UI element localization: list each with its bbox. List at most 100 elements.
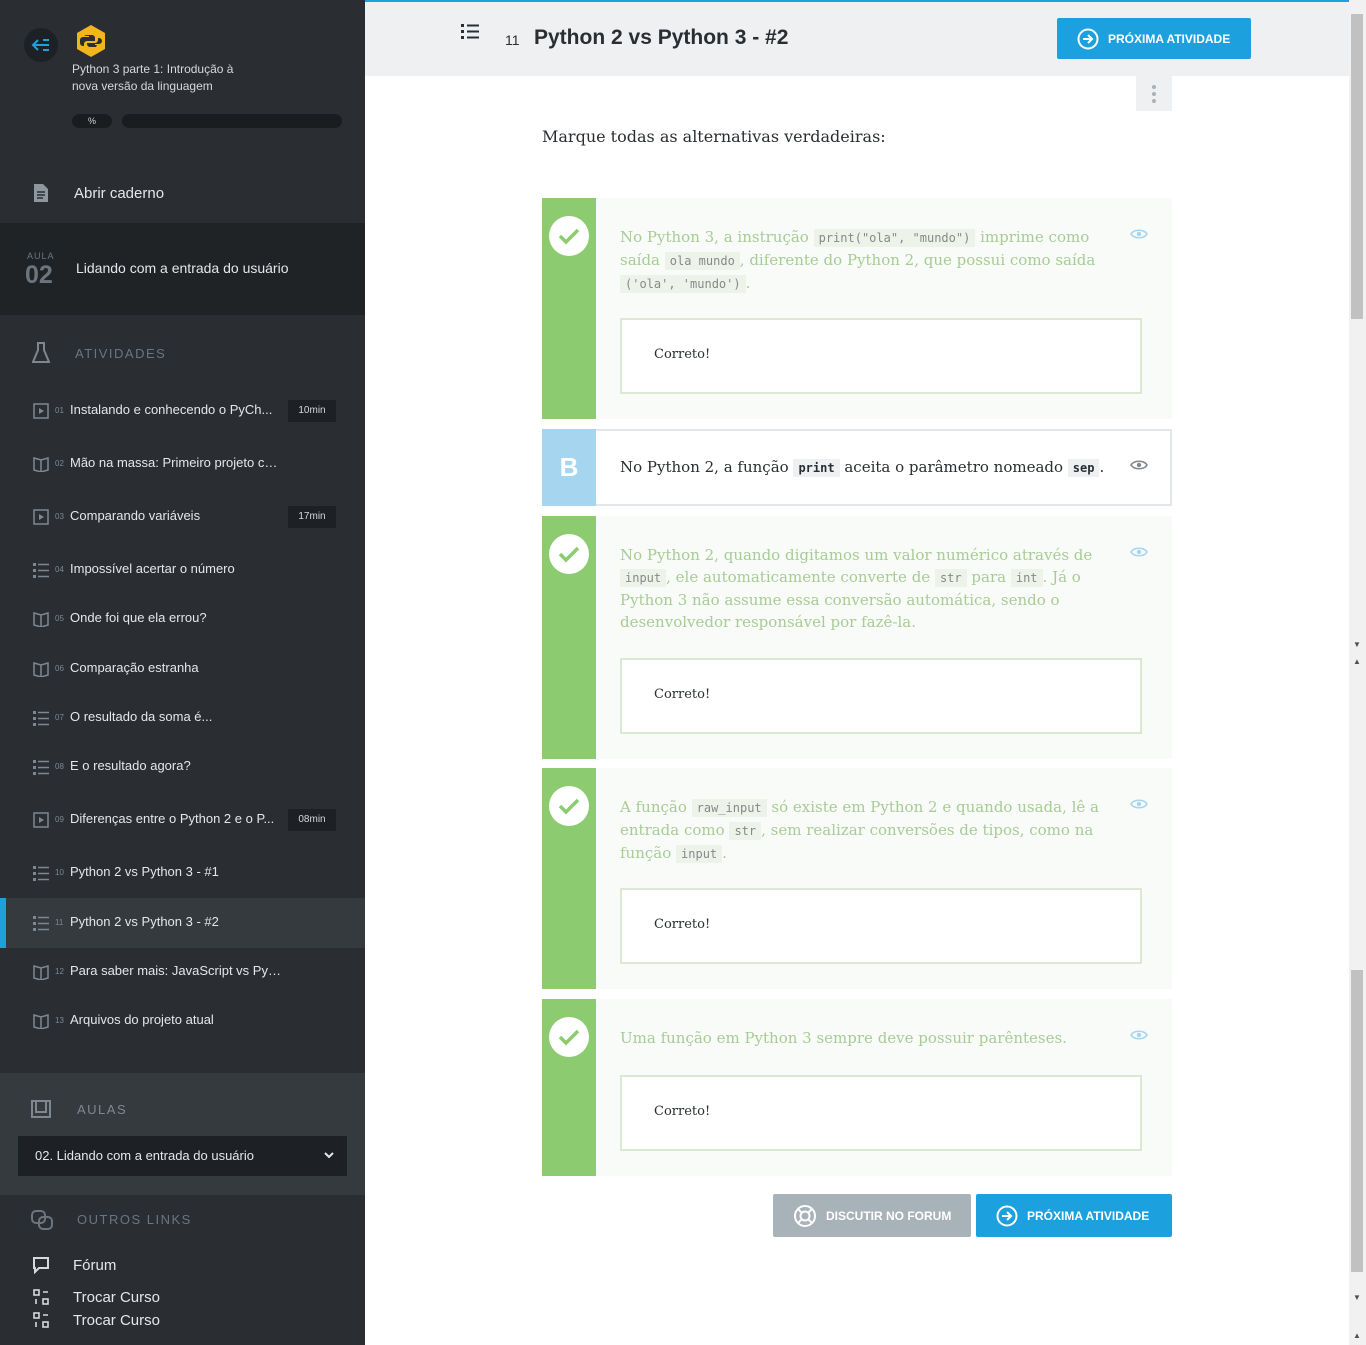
- activity-item-06[interactable]: 06 Comparação estranha: [0, 644, 365, 694]
- course-header: Python 3 parte 1: Introdução à nova vers…: [0, 0, 365, 165]
- duration-badge: 10min: [288, 400, 336, 422]
- activity-number: 06: [55, 664, 64, 673]
- switch-course-link-2[interactable]: Trocar Curso: [0, 1310, 365, 1332]
- alternative-text: A função raw_input só existe em Python 2…: [620, 798, 1099, 863]
- activity-title: Para saber mais: JavaScript vs Python: [70, 963, 282, 978]
- chevron-down-icon: [324, 1152, 334, 1159]
- list-icon: [33, 915, 49, 931]
- sidebar: Python 3 parte 1: Introdução à nova vers…: [0, 0, 365, 1345]
- forum-link[interactable]: Fórum: [0, 1255, 365, 1277]
- book-icon: [33, 964, 49, 981]
- activity-item-02[interactable]: 02 Mão na massa: Primeiro projeto com ...: [0, 439, 365, 489]
- activity-item-11[interactable]: 11 Python 2 vs Python 3 - #2: [0, 898, 365, 948]
- activity-item-01[interactable]: 01 Instalando e conhecendo o PyCh... 10min: [0, 386, 365, 436]
- activity-number: 04: [55, 565, 64, 574]
- activity-number: 10: [55, 868, 64, 877]
- alternative-c[interactable]: No Python 2, quando digitamos um valor n…: [542, 516, 1172, 759]
- activity-item-07[interactable]: 07 O resultado da soma é...: [0, 693, 365, 743]
- scrollbar[interactable]: ▼ ▲ ▼ ▲: [1349, 0, 1366, 1345]
- back-button[interactable]: [24, 28, 58, 62]
- more-vertical-icon: [1152, 84, 1156, 103]
- activity-title: Comparação estranha: [70, 660, 199, 675]
- eye-icon[interactable]: [1130, 228, 1148, 240]
- lesson-title: Lidando com a entrada do usuário: [76, 260, 289, 276]
- arrow-right-circle-icon: [996, 1205, 1018, 1226]
- alternative-b[interactable]: B No Python 2, a função print aceita o p…: [542, 429, 1172, 506]
- duration-badge: 08min: [288, 809, 336, 831]
- feedback-box: Correto!: [620, 658, 1142, 734]
- scrollbar-thumb-2[interactable]: [1351, 970, 1363, 1272]
- scrollbar-thumb[interactable]: [1351, 14, 1363, 319]
- lesson-label: AULA: [27, 251, 55, 261]
- activity-number: 02: [55, 459, 64, 468]
- list-icon: [33, 865, 49, 881]
- book-icon: [33, 611, 49, 628]
- check-icon: [549, 1017, 589, 1057]
- document-icon: [34, 184, 48, 202]
- activity-number: 05: [55, 614, 64, 623]
- course-title: Python 3 parte 1: Introdução à nova vers…: [72, 62, 234, 93]
- open-notebook-label: Abrir caderno: [74, 185, 165, 202]
- feedback-box: Correto!: [620, 318, 1142, 394]
- lifebuoy-icon: [794, 1204, 816, 1227]
- alternative-text: No Python 2, quando digitamos um valor n…: [620, 546, 1093, 631]
- activity-item-05[interactable]: 05 Onde foi que ela errou?: [0, 594, 365, 644]
- alternative-d[interactable]: A função raw_input só existe em Python 2…: [542, 768, 1172, 989]
- scroll-down-arrow[interactable]: ▼: [1353, 640, 1361, 649]
- scroll-up-arrow[interactable]: ▲: [1353, 657, 1361, 666]
- lesson-number: 02: [25, 261, 53, 289]
- open-notebook-link[interactable]: Abrir caderno: [0, 165, 365, 223]
- next-activity-button[interactable]: PRÓXIMA ATIVIDADE: [976, 1194, 1172, 1237]
- scroll-up-arrow-2[interactable]: ▲: [1353, 1331, 1361, 1340]
- activity-item-12[interactable]: 12 Para saber mais: JavaScript vs Python: [0, 947, 365, 997]
- next-activity-button-top[interactable]: PRÓXIMA ATIVIDADE: [1057, 18, 1251, 59]
- activities-heading: ATIVIDADES: [0, 315, 365, 385]
- eye-icon[interactable]: [1130, 798, 1148, 810]
- alternative-a[interactable]: No Python 3, a instrução print("ola", "m…: [542, 198, 1172, 419]
- progress-bar: [122, 114, 342, 128]
- eye-icon[interactable]: [1130, 459, 1148, 471]
- other-links-heading: OUTROS LINKS: [0, 1195, 365, 1245]
- discuss-forum-button[interactable]: DISCUTIR NO FORUM: [773, 1194, 971, 1237]
- eye-icon[interactable]: [1130, 1029, 1148, 1041]
- eye-icon[interactable]: [1130, 546, 1148, 558]
- alternative-letter: B: [542, 429, 596, 506]
- activity-number: 11: [55, 918, 64, 927]
- activity-item-08[interactable]: 08 E o resultado agora?: [0, 742, 365, 792]
- activity-title: Mão na massa: Primeiro projeto com ...: [70, 455, 282, 470]
- video-icon: [33, 403, 49, 419]
- list-icon: [33, 562, 49, 578]
- activity-list-icon[interactable]: [461, 23, 479, 41]
- list-icon: [33, 759, 49, 775]
- links-icon: [31, 1210, 53, 1230]
- lesson-select[interactable]: 02. Lidando com a entrada do usuário: [18, 1136, 347, 1176]
- switch-course-link[interactable]: Trocar Curso: [0, 1287, 365, 1309]
- check-icon: [549, 216, 589, 256]
- alternative-e[interactable]: Uma função em Python 3 sempre deve possu…: [542, 999, 1172, 1176]
- progress-percent: %: [72, 114, 112, 128]
- list-icon: [33, 710, 49, 726]
- more-options-button[interactable]: [1136, 76, 1172, 111]
- forum-icon: [33, 1257, 49, 1274]
- activity-title: Diferenças entre o Python 2 e o P...: [70, 811, 275, 826]
- activity-number: 01: [55, 406, 64, 415]
- check-icon: [549, 786, 589, 826]
- scroll-down-arrow-2[interactable]: ▼: [1353, 1293, 1361, 1302]
- python-logo-icon: [77, 25, 105, 57]
- video-icon: [33, 812, 49, 828]
- activity-number: 12: [55, 967, 64, 976]
- activity-number: 11: [505, 32, 520, 48]
- current-lesson[interactable]: AULA 02 Lidando com a entrada do usuário: [0, 223, 365, 315]
- activity-item-10[interactable]: 10 Python 2 vs Python 3 - #1: [0, 848, 365, 898]
- alternative-text: No Python 2, a função print aceita o par…: [620, 458, 1105, 477]
- activity-item-13[interactable]: 13 Arquivos do projeto atual: [0, 996, 365, 1046]
- activity-item-04[interactable]: 04 Impossível acertar o número: [0, 545, 365, 595]
- activity-title: Instalando e conhecendo o PyCh...: [70, 402, 273, 417]
- activity-number: 07: [55, 713, 64, 722]
- activity-item-03[interactable]: 03 Comparando variáveis 17min: [0, 492, 365, 542]
- activity-item-09[interactable]: 09 Diferenças entre o Python 2 e o P... 08…: [0, 795, 365, 845]
- activity-title: Python 2 vs Python 3 - #2: [70, 914, 219, 929]
- activity-number: 09: [55, 815, 64, 824]
- alternative-text: Uma função em Python 3 sempre deve possu…: [620, 1029, 1067, 1047]
- switch-course-icon: [33, 1312, 49, 1328]
